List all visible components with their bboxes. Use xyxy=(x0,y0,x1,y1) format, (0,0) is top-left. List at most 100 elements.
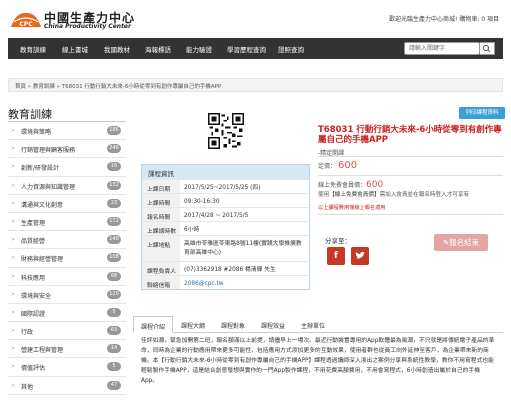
sidebar-item[interactable]: › 創新/研發設計 16 xyxy=(8,158,126,177)
sidebar-item[interactable]: › 溝通與文化創意 23 xyxy=(8,195,126,213)
info-key: 上課時間 xyxy=(142,194,180,207)
logo-title-en: China Productivity Center xyxy=(44,23,131,30)
info-key: 聯絡信箱 xyxy=(142,276,180,289)
search-icon xyxy=(482,44,491,53)
nav-item-proficiency[interactable]: 能力驗證 xyxy=(186,44,212,54)
info-row-location: 上課地點 高雄市苓雅區苓東路8號11樓(實踐大學推廣教育部高雄中心) xyxy=(142,235,309,261)
info-row-time: 上課時間 09:30-16:30 xyxy=(142,193,309,207)
divider xyxy=(318,156,503,157)
count-badge: 120 xyxy=(107,289,121,299)
nav-item-certificate[interactable]: 證照查詢 xyxy=(278,44,304,54)
sidebar-item-label: 財務與經營管理 xyxy=(21,256,64,264)
count-badge: 68 xyxy=(107,271,121,281)
course-info-table: 課程資訊 上課日期 2017/5/25~2017/5/25 (四) 上課時間 09:… xyxy=(141,164,310,290)
tab-outline[interactable]: 課程大綱 xyxy=(175,316,211,333)
chevron-right-icon: › xyxy=(12,272,15,280)
info-value: 2017/4/28 ~ 2017/5/5 xyxy=(184,213,249,219)
twitter-share-button[interactable] xyxy=(351,247,369,265)
facebook-share-button[interactable]: f xyxy=(327,247,345,265)
facebook-icon: f xyxy=(334,251,338,261)
sidebar-item[interactable]: › 行政 63 xyxy=(8,322,126,341)
nav-item-posters[interactable]: 海報標語 xyxy=(145,44,171,54)
tab-audience[interactable]: 課程對象 xyxy=(215,316,251,333)
info-row-date: 上課日期 2017/5/25~2017/5/25 (四) xyxy=(142,179,309,193)
info-value: 2017/5/25~2017/5/25 (四) xyxy=(184,185,261,191)
price-label: 定價： xyxy=(318,163,337,170)
tab-introduction[interactable]: 課程介紹 xyxy=(133,316,173,333)
count-badge: 14 xyxy=(107,344,121,354)
cpc-logo-icon: CPC xyxy=(11,12,41,28)
sidebar-item[interactable]: › 價值評估 5 xyxy=(8,358,126,377)
sidebar-item[interactable]: › 生產管理 172 xyxy=(8,213,126,232)
sidebar-item-label: 生產管理 xyxy=(21,219,46,227)
info-key: 上課地點 xyxy=(142,236,180,261)
tab-organizer[interactable]: 主辦單位 xyxy=(295,316,331,333)
breadcrumb[interactable]: 首頁 » 教育訓練 » T68031 行動行銷大未來-6小時從零到有創作專屬自己… xyxy=(8,78,503,92)
member-price-value: 600 xyxy=(366,180,384,190)
count-badge: 16 xyxy=(107,162,121,172)
price-row: 定價： 600 xyxy=(318,160,357,171)
qr-code-icon xyxy=(208,113,244,149)
print-course-button[interactable]: 列印課程資料 xyxy=(459,107,505,119)
info-row-hours: 上課總時數 6小時 xyxy=(142,221,309,235)
chevron-right-icon: › xyxy=(12,145,15,153)
use-text-post: 需加入會員並在報名時登入才可享有 xyxy=(379,192,470,198)
count-badge: 140 xyxy=(107,235,121,245)
sidebar-category-list: › 環境與策略 186 › 行銷管理與顧客服務 246 › 創新/研發設計 16 › 人力資源… xyxy=(8,121,126,395)
header: CPC 中國生產力中心 China Productivity Center 歡迎… xyxy=(0,0,511,38)
chevron-right-icon: › xyxy=(12,217,15,225)
course-tabs: 課程介紹 課程大綱 課程對象 課程效益 主辦單位 xyxy=(133,316,503,333)
info-value: (07)3362918 #2086 楊清輝 先生 xyxy=(184,267,276,273)
welcome-cart-text[interactable]: 歡迎光臨生產力中心商城! 購物車: 0 項目 xyxy=(389,14,499,23)
member-price-label: 線上免費會員價： xyxy=(318,182,367,189)
sidebar-item-label: 品質經營 xyxy=(21,238,46,246)
sidebar-item-label: 行政 xyxy=(21,329,34,337)
chevron-right-icon: › xyxy=(12,236,15,244)
registration-closed-label: 報名結束 xyxy=(449,238,480,247)
search-button[interactable] xyxy=(480,42,495,55)
info-key: 報名時間 xyxy=(142,208,180,221)
info-row-contact: 課程負責人 (07)3362918 #2086 楊清輝 先生 xyxy=(142,261,309,275)
tab-benefits[interactable]: 課程效益 xyxy=(255,316,291,333)
logo[interactable]: CPC 中國生產力中心 China Productivity Center xyxy=(10,8,136,30)
logo-mark-text: CPC xyxy=(19,21,33,28)
info-value: 6小時 xyxy=(184,227,200,233)
sidebar-item-label: 溝通與文化創意 xyxy=(21,201,64,209)
sidebar-item[interactable]: › 品質經營 140 xyxy=(8,231,126,250)
chevron-right-icon: › xyxy=(12,327,15,335)
count-badge: 132 xyxy=(107,180,121,190)
info-row-registration: 報名時間 2017/4/28 ~ 2017/5/5 xyxy=(142,207,309,221)
sidebar-item[interactable]: › 人力資源與知識管理 132 xyxy=(8,177,126,195)
sidebar-item[interactable]: › 行銷管理與顧客服務 246 xyxy=(8,140,126,159)
sidebar-item-label: 其他 xyxy=(21,383,34,391)
sidebar-item[interactable]: › 其他 47 xyxy=(8,377,126,395)
count-badge: 63 xyxy=(107,326,121,336)
sidebar-item-label: 創新/研發設計 xyxy=(21,165,60,173)
chevron-right-icon: › xyxy=(12,254,15,262)
info-key: 上課總時數 xyxy=(142,222,180,235)
sidebar-item[interactable]: › 環境與安全 120 xyxy=(8,286,126,304)
nav-item-bookstore[interactable]: 線上書城 xyxy=(62,44,88,54)
count-badge: 47 xyxy=(107,380,121,390)
info-key: 上課日期 xyxy=(142,180,180,193)
sidebar-item-label: 環境與安全 xyxy=(21,292,52,300)
registration-closed-button[interactable]: ✎報名結束 xyxy=(434,234,488,251)
sidebar-item[interactable]: › 國際認證 5 xyxy=(8,304,126,323)
use-text-pre: 使用 xyxy=(318,192,330,198)
nav-item-learning-history[interactable]: 學習歷程查詢 xyxy=(227,44,266,54)
email-link[interactable]: 2086@cpc.tw xyxy=(184,280,305,289)
chevron-right-icon: › xyxy=(12,181,15,189)
nav-item-materials[interactable]: 我國教材 xyxy=(104,44,130,54)
chevron-right-icon: › xyxy=(12,308,15,316)
chevron-right-icon: › xyxy=(12,290,15,298)
sidebar-item[interactable]: › 科技應用 68 xyxy=(8,268,126,286)
sidebar-item[interactable]: › 環境與策略 186 xyxy=(8,122,126,141)
main-nav: 教育訓練 線上書城 我國教材 海報標語 能力驗證 學習歷程查詢 證照查詢 xyxy=(8,38,503,59)
sidebar-item[interactable]: › 財務與經營管理 108 xyxy=(8,249,126,268)
nav-item-training[interactable]: 教育訓練 xyxy=(20,44,46,54)
sidebar-item[interactable]: › 營建工程與管理 14 xyxy=(8,340,126,359)
sidebar-item-label: 科技應用 xyxy=(21,274,46,282)
chevron-right-icon: › xyxy=(12,199,15,207)
search-input[interactable] xyxy=(404,42,480,55)
course-info-heading: 課程資訊 xyxy=(142,165,309,179)
